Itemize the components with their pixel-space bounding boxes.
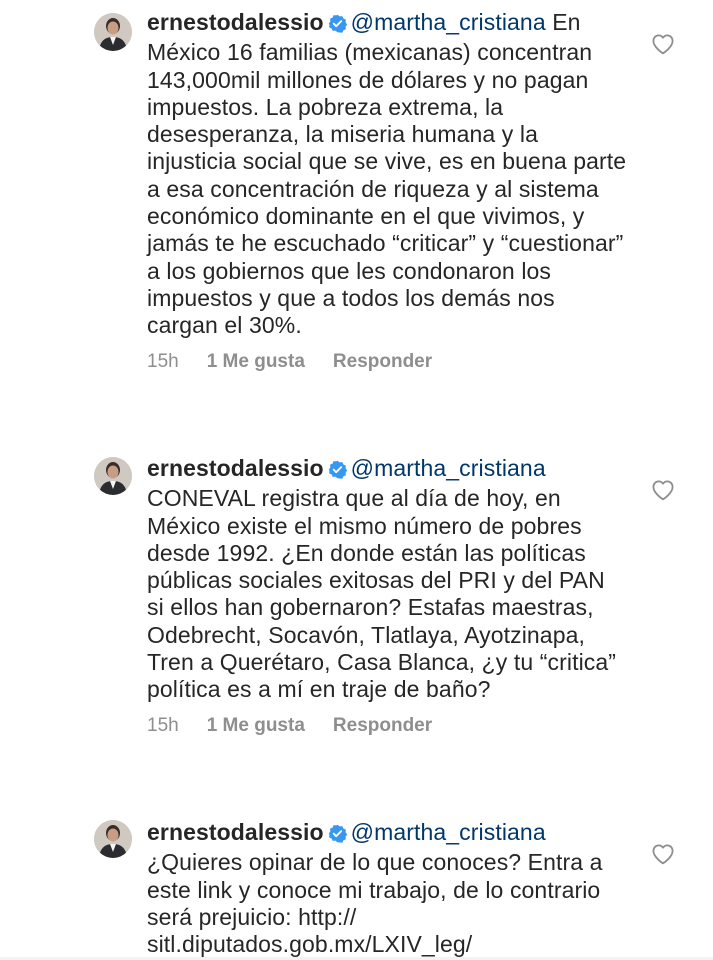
avatar[interactable] bbox=[94, 13, 132, 51]
reply-button[interactable]: Responder bbox=[333, 715, 432, 737]
username-link[interactable]: ernestodalessio bbox=[147, 819, 324, 845]
comment-time[interactable]: 15h bbox=[147, 715, 179, 737]
comment-text: ernestodalessio @martha_cristiana CONEVAL… bbox=[147, 455, 627, 704]
verified-badge-icon bbox=[328, 458, 347, 485]
comment-meta: 15h 1 Me gusta Responder bbox=[147, 715, 627, 737]
mention-link[interactable]: @martha_cristiana bbox=[351, 9, 546, 35]
comment-body: ¿Quieres opinar de lo que conoces? Entra… bbox=[147, 849, 603, 958]
mention-link[interactable]: @martha_cristiana bbox=[351, 819, 546, 845]
comment-body: CONEVAL registra que al día de hoy, en M… bbox=[147, 485, 617, 703]
verified-badge-icon bbox=[328, 822, 347, 849]
heart-outline-icon[interactable] bbox=[651, 843, 675, 865]
avatar[interactable] bbox=[94, 820, 132, 858]
avatar-photo bbox=[94, 457, 132, 495]
comment-time[interactable]: 15h bbox=[147, 351, 179, 373]
comment-meta: 15h 1 Me gusta Responder bbox=[147, 351, 627, 373]
comment-body: En México 16 familias (mexicanas) concen… bbox=[147, 9, 627, 339]
heart-outline-icon[interactable] bbox=[651, 479, 675, 501]
verified-badge-icon bbox=[328, 12, 347, 39]
heart-outline-icon[interactable] bbox=[651, 33, 675, 55]
username-link[interactable]: ernestodalessio bbox=[147, 9, 324, 35]
reply-button[interactable]: Responder bbox=[333, 351, 432, 373]
avatar-photo bbox=[94, 13, 132, 51]
comment-text: ernestodalessio @martha_cristiana ¿Quiere… bbox=[147, 819, 627, 958]
avatar-photo bbox=[94, 820, 132, 858]
likes-count[interactable]: 1 Me gusta bbox=[207, 351, 305, 373]
avatar[interactable] bbox=[94, 457, 132, 495]
comment-text: ernestodalessio @martha_cristiana En Méxi… bbox=[147, 9, 627, 340]
mention-link[interactable]: @martha_cristiana bbox=[351, 455, 546, 481]
likes-count[interactable]: 1 Me gusta bbox=[207, 715, 305, 737]
username-link[interactable]: ernestodalessio bbox=[147, 455, 324, 481]
